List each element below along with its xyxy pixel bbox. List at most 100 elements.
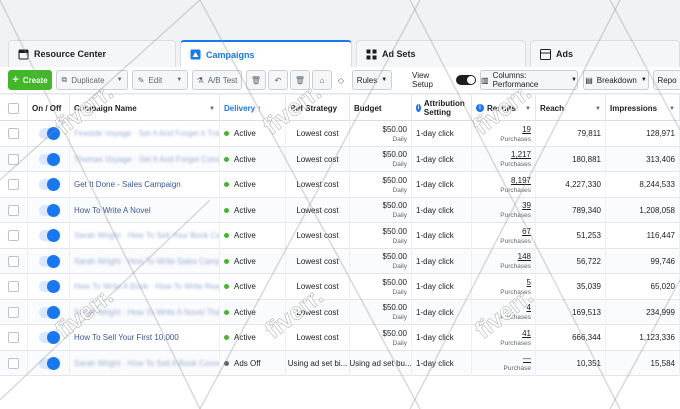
campaign-name-link[interactable]: How To Write A Novel [74, 206, 151, 215]
table-row[interactable]: How To Write A Novel Active Lowest cost $50… [0, 197, 680, 223]
row-attribution: 1-day click [412, 197, 472, 223]
results-value[interactable]: 5 [527, 278, 531, 287]
rules-button[interactable]: Rules ▼ [352, 70, 392, 90]
table-row[interactable]: How To Sell Your First 10,000 Active Lowes… [0, 325, 680, 351]
campaign-name-link[interactable]: Sarah Wright · How To Sell A Book Conver… [74, 359, 219, 368]
campaign-name-link[interactable]: Fireside Voyage · Set It And Forget It T… [74, 129, 219, 138]
results-value[interactable]: 4 [527, 303, 531, 312]
header-delivery[interactable]: Delivery ↑ [220, 95, 286, 121]
columns-button[interactable]: ▥ Columns: Performance ▼ [480, 70, 578, 90]
campaign-toggle[interactable] [38, 356, 60, 370]
header-campaign-name[interactable]: Campaign Name ▼ [70, 95, 220, 121]
table-row[interactable]: Sarah Wright · How To Sell A Book Conver… [0, 350, 680, 376]
results-value[interactable]: 148 [518, 252, 531, 261]
table-row[interactable]: Get It Done - Sales Campaign Active Lowest… [0, 172, 680, 198]
delivery-status: Active [234, 129, 256, 139]
campaign-toggle[interactable] [38, 127, 60, 141]
row-on-off [28, 172, 70, 198]
campaign-name-link[interactable]: How To Write A Book · How To Write Reade… [74, 282, 219, 291]
row-reach: 4,227,330 [536, 172, 606, 198]
campaign-name-link[interactable]: Sarah Wright · How To Write Sales Campai… [74, 257, 219, 266]
tab-campaigns[interactable]: Campaigns [180, 40, 352, 67]
row-delivery: Active [220, 299, 286, 325]
view-setup-toggle[interactable]: View Setup [412, 70, 476, 90]
header-impressions[interactable]: Impressions ▼ [606, 95, 680, 121]
campaign-toggle[interactable] [38, 305, 60, 319]
delivery-status: Active [234, 282, 256, 292]
row-checkbox[interactable] [8, 357, 19, 369]
campaign-toggle[interactable] [38, 280, 60, 294]
header-attribution[interactable]: i Attribution Setting [412, 95, 472, 121]
table-row[interactable]: Sarah Wright · How To Write A Novel That… [0, 299, 680, 325]
archive-button[interactable]: 🗑 [290, 70, 310, 90]
row-results: 8,197 Purchases [472, 172, 536, 198]
row-campaign-name: How To Sell Your First 10,000 [70, 325, 220, 351]
undo-button[interactable]: ↶ [268, 70, 288, 90]
breakdown-button[interactable]: ▤ Breakdown ▼ [583, 70, 649, 90]
table-row[interactable]: Sarah Wright · How To Write Sales Campai… [0, 248, 680, 274]
row-checkbox[interactable] [8, 128, 19, 140]
edit-button[interactable]: ✎ Edit ▼ [132, 70, 188, 90]
row-select [0, 299, 28, 325]
header-bid-strategy[interactable]: Bid Strategy [286, 95, 350, 121]
results-value[interactable]: 67 [522, 227, 531, 236]
row-checkbox[interactable] [8, 306, 19, 318]
row-checkbox[interactable] [8, 281, 19, 293]
row-checkbox[interactable] [8, 179, 19, 191]
row-checkbox[interactable] [8, 255, 19, 267]
header-select-all[interactable] [0, 95, 28, 121]
results-value[interactable]: 39 [522, 201, 531, 210]
table-row[interactable]: How To Write A Book · How To Write Reade… [0, 274, 680, 300]
results-value[interactable]: 8,197 [511, 176, 531, 185]
table-row[interactable]: Thomas Voyage · Set It And Forget Conver… [0, 146, 680, 172]
results-value[interactable]: — [523, 354, 531, 363]
results-value[interactable]: 1,217 [511, 150, 531, 159]
row-checkbox[interactable] [8, 332, 19, 344]
campaign-toggle[interactable] [38, 152, 60, 166]
campaign-name-link[interactable]: Thomas Voyage · Set It And Forget Conver… [74, 155, 219, 164]
delete-button[interactable]: 🗑 [246, 70, 266, 90]
undo-icon: ↶ [274, 75, 282, 85]
duplicate-button[interactable]: ⧉ Duplicate ▼ [56, 70, 128, 90]
tab-label: Ad Sets [382, 49, 416, 59]
budget-period: Daily [392, 161, 407, 169]
campaign-toggle[interactable] [38, 203, 60, 217]
table-row[interactable]: Fireside Voyage · Set It And Forget It T… [0, 121, 680, 147]
results-value[interactable]: 41 [522, 329, 531, 338]
row-checkbox[interactable] [8, 153, 19, 165]
row-checkbox[interactable] [8, 230, 19, 242]
tab-resource-center[interactable]: Resource Center [8, 40, 176, 67]
campaign-toggle[interactable] [38, 178, 60, 192]
reports-button[interactable]: Repo [653, 70, 680, 90]
table-row[interactable]: Sarah Wright · How To Sell Your Book Cam… [0, 223, 680, 249]
header-budget[interactable]: Budget [350, 95, 412, 121]
row-bid-strategy: Lowest cost [286, 197, 350, 223]
results-type: Purchases [500, 339, 531, 347]
campaign-toggle[interactable] [38, 229, 60, 243]
header-reach[interactable]: Reach ▼ [536, 95, 606, 121]
row-impressions: 65,020 [606, 274, 680, 300]
tag-button[interactable]: ⌂ [312, 70, 332, 90]
campaign-name-link[interactable]: Sarah Wright · How To Sell Your Book Cam… [74, 231, 219, 240]
campaign-name-link[interactable]: Get It Done - Sales Campaign [74, 180, 181, 189]
results-value[interactable]: 19 [522, 125, 531, 134]
header-results[interactable]: i Results ▼ [472, 95, 536, 121]
campaign-name-link[interactable]: Sarah Wright · How To Write A Novel That… [74, 308, 219, 317]
row-campaign-name: Sarah Wright · How To Sell A Book Conver… [70, 350, 220, 376]
campaign-toggle[interactable] [38, 254, 60, 268]
select-all-checkbox[interactable] [8, 102, 19, 114]
campaign-toggle[interactable] [38, 331, 60, 345]
label-button[interactable]: ◇ [334, 70, 348, 90]
row-delivery: Active [220, 223, 286, 249]
tab-ad-sets[interactable]: Ad Sets [356, 40, 526, 67]
budget-period: Daily [392, 212, 407, 220]
view-setup-switch[interactable] [456, 75, 476, 85]
tab-ads[interactable]: Ads [530, 40, 680, 67]
create-button[interactable]: + Create [8, 70, 52, 90]
header-on-off[interactable]: On / Off [28, 95, 70, 121]
campaign-name-link[interactable]: How To Sell Your First 10,000 [74, 333, 179, 342]
results-type: Purchases [500, 288, 531, 296]
row-results: 4 Purchases [472, 299, 536, 325]
row-checkbox[interactable] [8, 204, 19, 216]
ab-test-button[interactable]: ⚗ A/B Test [192, 70, 242, 90]
